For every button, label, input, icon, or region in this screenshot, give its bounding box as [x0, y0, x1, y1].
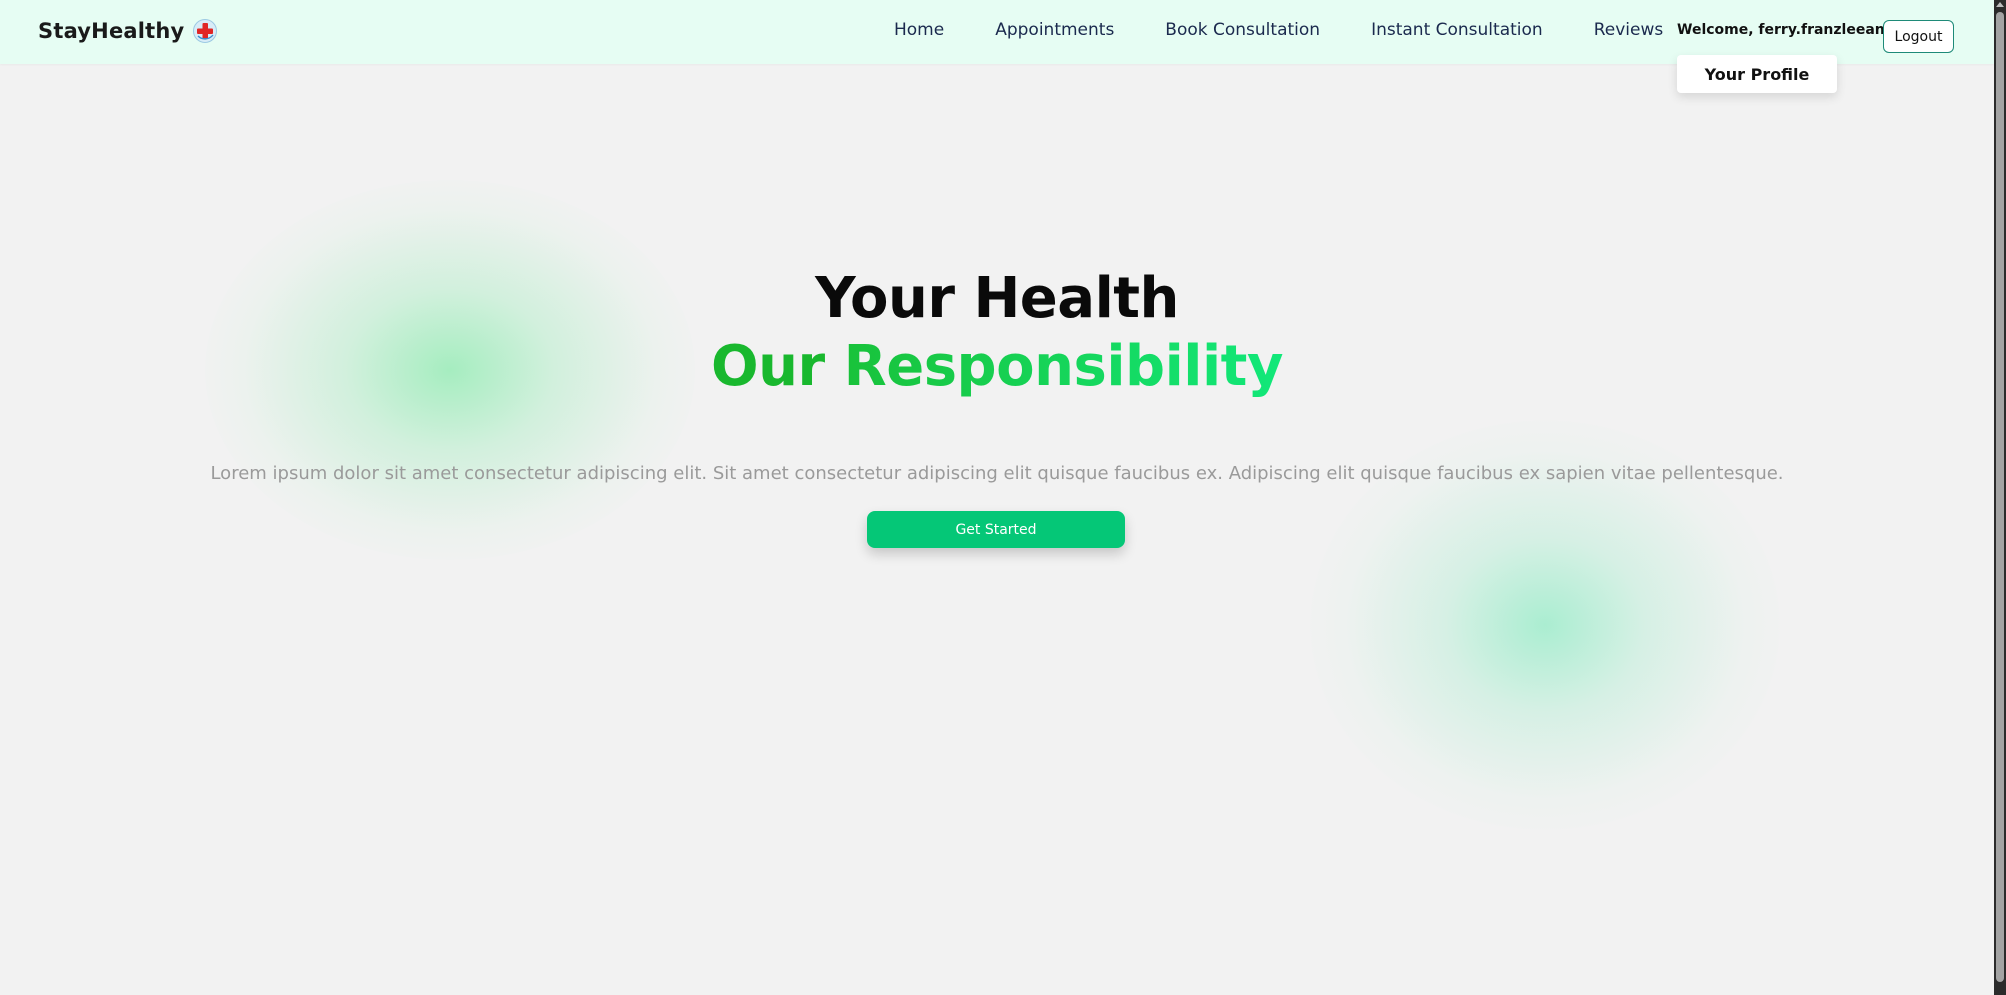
nav-item-home: Home — [894, 20, 944, 40]
welcome-user-text[interactable]: Welcome, ferry.franzleeann — [1677, 22, 1895, 38]
page: StayHealthy Home Appointments Book Consu… — [0, 0, 2006, 995]
logout-button[interactable]: Logout — [1883, 20, 1954, 53]
hero-title: Your Health — [815, 266, 1179, 331]
nav-link-instant-consultation[interactable]: Instant Consultation — [1371, 20, 1543, 40]
nav-link-reviews[interactable]: Reviews — [1594, 20, 1664, 40]
scroll-up-arrow-icon[interactable] — [1996, 2, 2004, 7]
nav-item-instant-consultation: Instant Consultation — [1371, 20, 1543, 40]
nav-link-book-consultation[interactable]: Book Consultation — [1165, 20, 1320, 40]
your-profile-link[interactable]: Your Profile — [1705, 65, 1810, 84]
get-started-button[interactable]: Get Started — [867, 511, 1125, 548]
brand-name: StayHealthy — [38, 19, 185, 43]
hero-subtitle: Our Responsibility — [0, 332, 1994, 402]
hero-subtitle-word-responsibility: Responsibility — [843, 334, 1284, 399]
nav-links: Home Appointments Book Consultation Inst… — [894, 20, 1663, 40]
nav-link-home[interactable]: Home — [894, 20, 944, 40]
hero-description: Lorem ipsum dolor sit amet consectetur a… — [210, 463, 1784, 484]
nav-item-reviews: Reviews — [1594, 20, 1664, 40]
nav-item-appointments: Appointments — [995, 20, 1114, 40]
scrollbar-thumb[interactable] — [1996, 12, 2004, 982]
profile-dropdown: Your Profile — [1677, 55, 1837, 93]
hero-subtitle-word-our: Our — [711, 334, 825, 399]
vertical-scrollbar[interactable] — [1994, 0, 2006, 995]
nav-link-appointments[interactable]: Appointments — [995, 20, 1114, 40]
brand-link[interactable]: StayHealthy — [38, 18, 218, 44]
nav-item-book-consultation: Book Consultation — [1165, 20, 1320, 40]
medical-cross-icon — [193, 19, 218, 43]
